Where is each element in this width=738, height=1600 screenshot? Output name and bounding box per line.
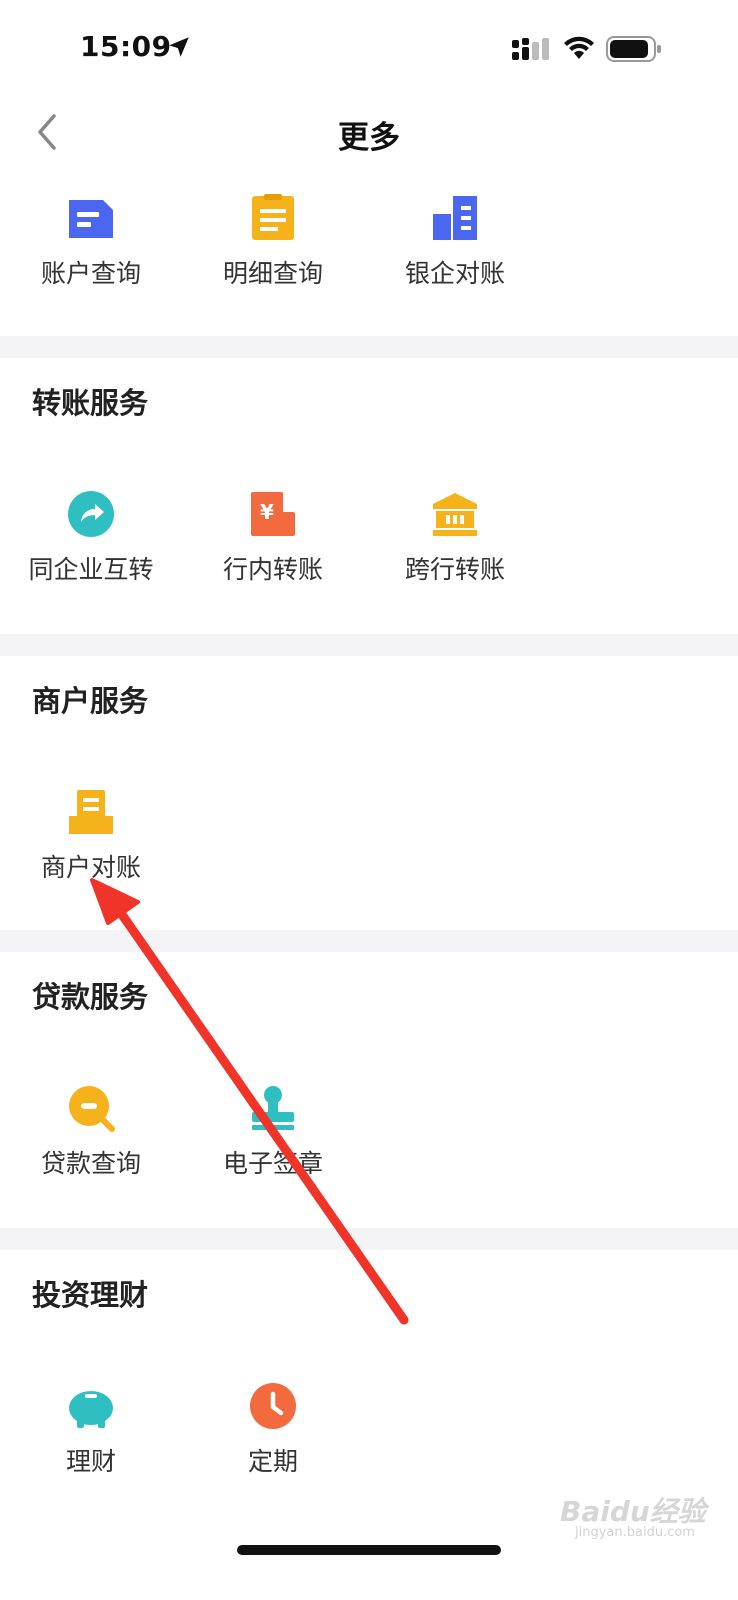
cellular-signal-icon	[512, 38, 552, 68]
item-label: 同企业互转	[28, 555, 154, 584]
wealth-item[interactable]: 理财	[0, 1382, 182, 1492]
page-title: 更多	[338, 120, 400, 156]
section-title: 转账服务	[32, 386, 149, 420]
fixed-deposit-item[interactable]: 定期	[182, 1382, 364, 1492]
loan-query-item[interactable]: 贷款查询	[0, 1084, 182, 1194]
bank-icon	[431, 490, 479, 538]
svg-text:¥: ¥	[260, 500, 274, 524]
nav-bar: 更多	[0, 100, 738, 164]
location-arrow-icon	[166, 34, 192, 64]
bank-reconcile-item[interactable]: 银企对账	[364, 194, 546, 304]
query-section: 账户查询 明细查询 银企对账	[0, 164, 738, 336]
item-label: 定期	[247, 1447, 298, 1476]
piggy-bank-icon	[67, 1382, 115, 1430]
bank-building-icon	[431, 194, 479, 242]
watermark-url: jingyan.baidu.com	[575, 1525, 695, 1540]
section-divider	[0, 336, 738, 358]
item-label: 商户对账	[40, 853, 141, 882]
yen-card-icon: ¥	[249, 490, 297, 538]
intra-bank-transfer-item[interactable]: ¥ 行内转账	[182, 490, 364, 600]
e-signature-item[interactable]: 电子签章	[182, 1084, 364, 1194]
section-divider	[0, 1228, 738, 1250]
loan-section: 贷款服务 贷款查询 电子签章	[0, 952, 738, 1228]
item-label: 理财	[65, 1447, 116, 1476]
item-label: 贷款查询	[40, 1149, 141, 1178]
wifi-icon	[562, 35, 596, 65]
merchant-section: 商户服务 商户对账	[0, 656, 738, 930]
section-title: 投资理财	[32, 1278, 149, 1312]
battery-icon	[606, 36, 662, 66]
search-minus-icon	[67, 1084, 115, 1132]
same-company-transfer-item[interactable]: 同企业互转	[0, 490, 182, 600]
section-divider	[0, 930, 738, 952]
status-bar: 15:09	[0, 0, 738, 96]
inter-bank-transfer-item[interactable]: 跨行转账	[364, 490, 546, 600]
inbox-tray-icon	[67, 788, 115, 836]
share-arrow-icon	[67, 490, 115, 538]
item-label: 跨行转账	[404, 555, 505, 584]
status-time: 15:09	[80, 30, 172, 63]
account-query-item[interactable]: 账户查询	[0, 194, 182, 304]
section-title: 贷款服务	[32, 980, 149, 1014]
watermark-logo: Baidu经验	[560, 1495, 706, 1528]
clock-icon	[249, 1382, 297, 1430]
merchant-reconcile-item[interactable]: 商户对账	[0, 788, 182, 898]
invest-section: 投资理财 理财 定期	[0, 1250, 738, 1526]
item-label: 行内转账	[222, 555, 323, 584]
stamp-icon	[249, 1084, 297, 1132]
account-doc-icon	[67, 194, 115, 242]
section-divider	[0, 634, 738, 656]
item-label: 电子签章	[222, 1149, 323, 1178]
detail-list-icon	[249, 194, 297, 242]
transfer-section: 转账服务 同企业互转 ¥ 行内转账 跨行转账	[0, 358, 738, 634]
item-label: 银企对账	[404, 259, 505, 288]
section-title: 商户服务	[32, 684, 149, 718]
detail-query-item[interactable]: 明细查询	[182, 194, 364, 304]
item-label: 明细查询	[222, 259, 323, 288]
item-label: 账户查询	[40, 259, 141, 288]
home-indicator[interactable]	[237, 1545, 501, 1555]
